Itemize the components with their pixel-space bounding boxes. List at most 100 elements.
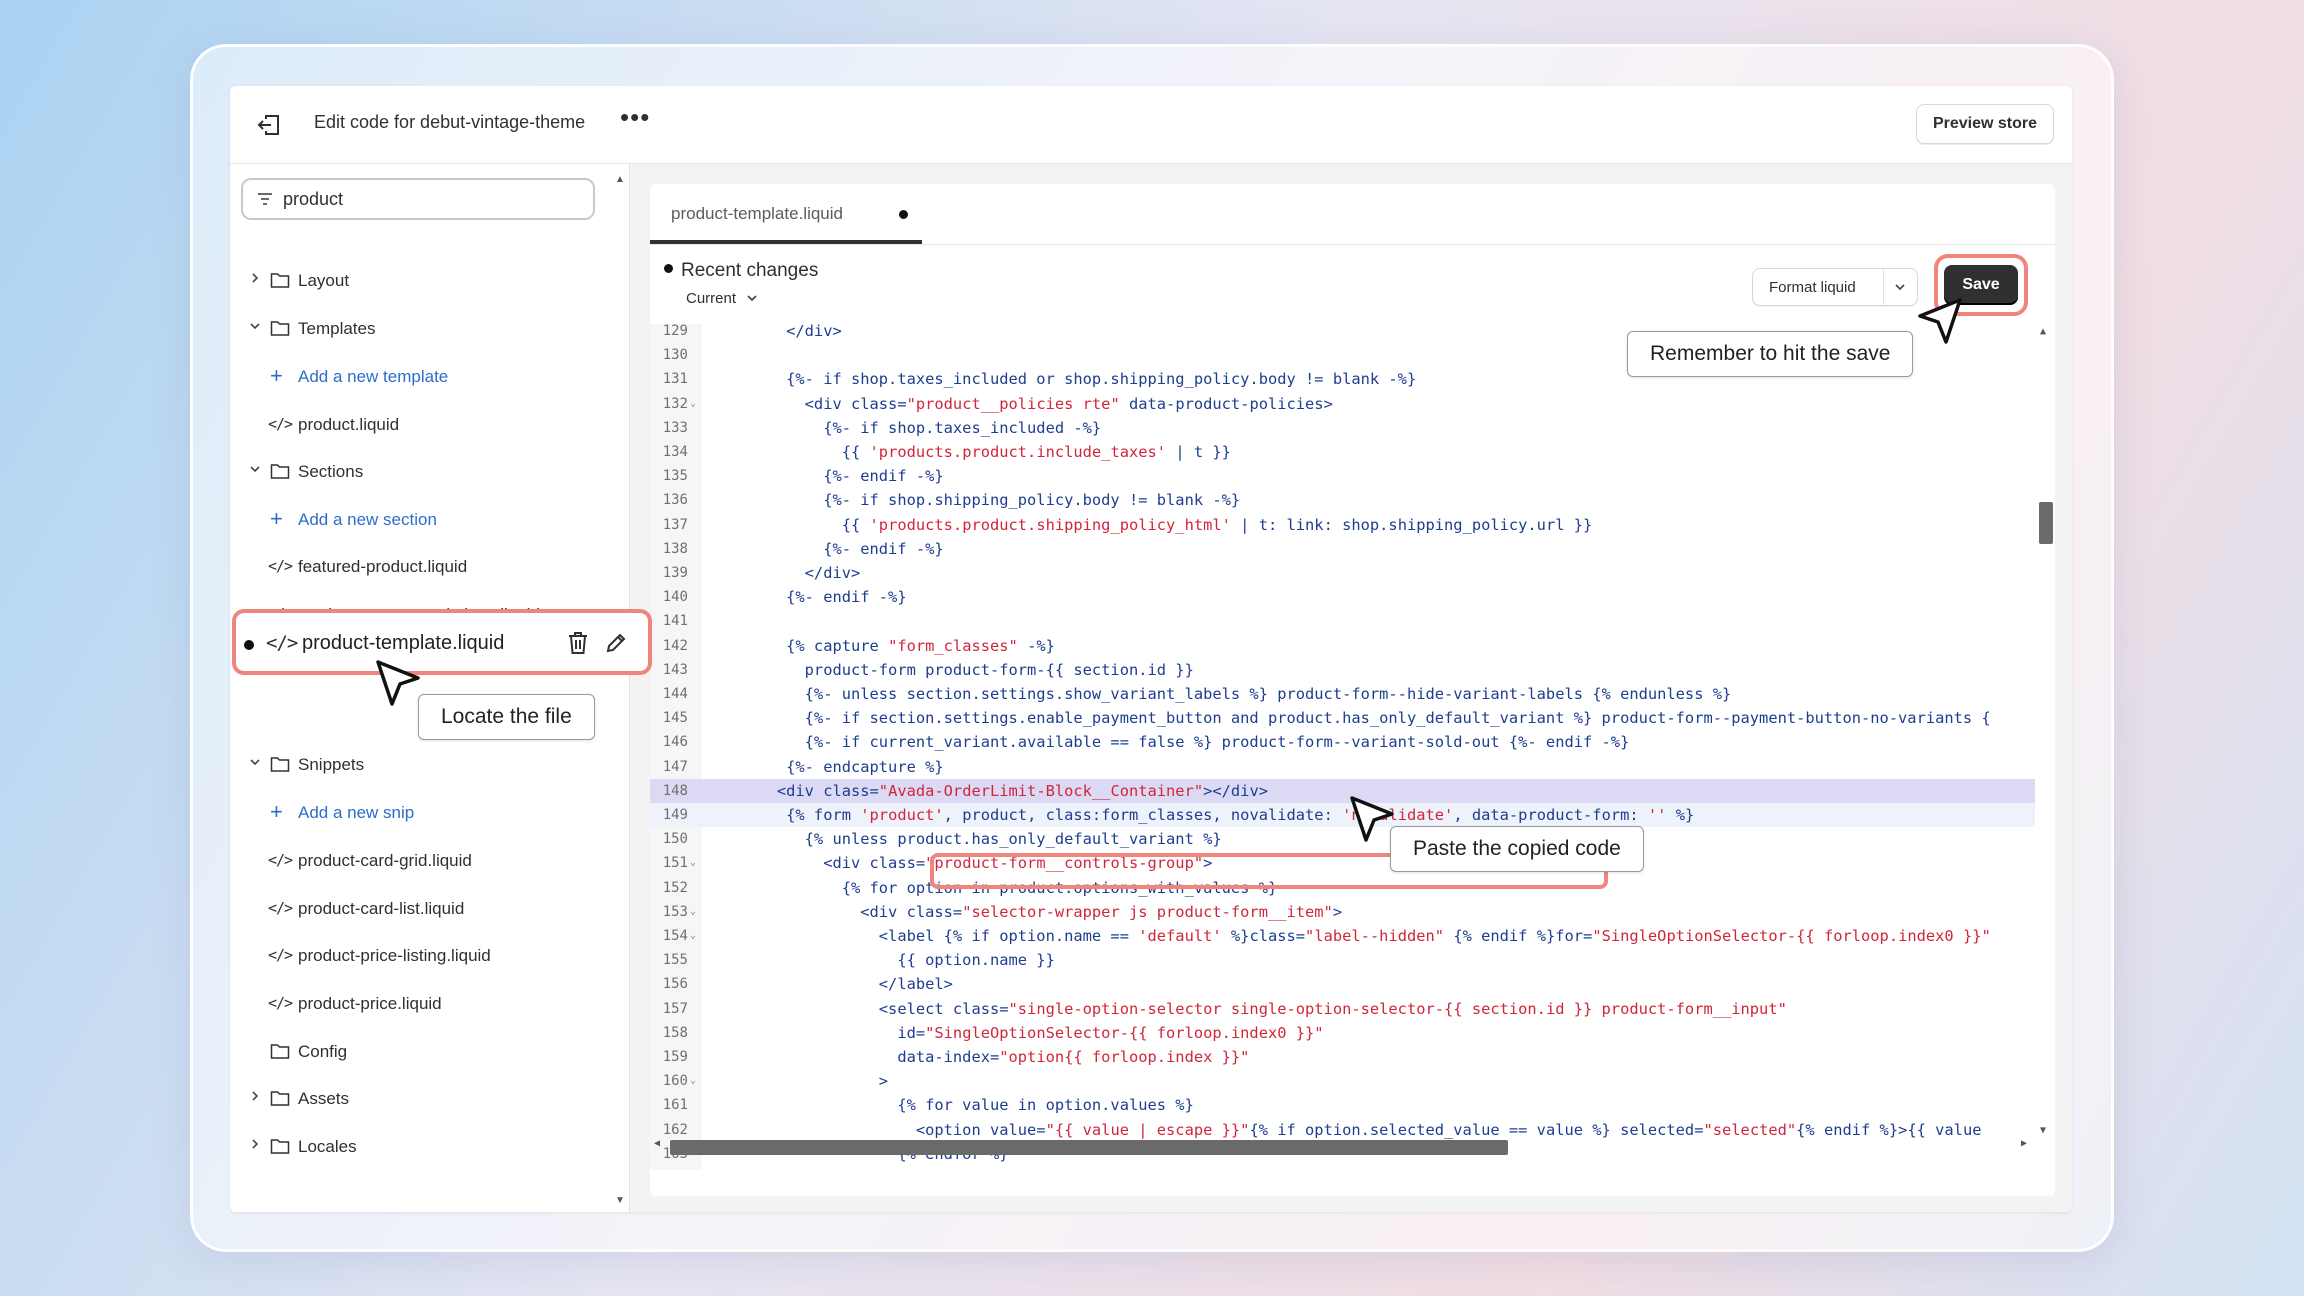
line-number: 136 (662, 492, 688, 509)
line-number: 158 (662, 1024, 688, 1041)
unsaved-dot (244, 640, 254, 650)
code-line[interactable]: 143 product-form product-form-{{ section… (650, 658, 2035, 682)
line-code: id="SingleOptionSelector-{{ forloop.inde… (712, 1023, 1324, 1042)
tab-product-template[interactable]: product-template.liquid (650, 184, 922, 244)
scroll-right-icon[interactable]: ▶ (2021, 1138, 2027, 1149)
add-template-link[interactable]: + Add a new template (230, 359, 610, 393)
code-line[interactable]: 159 data-index="option{{ forloop.index }… (650, 1045, 2035, 1069)
line-code: <label {% if option.name == 'default' %}… (712, 927, 1991, 945)
folder-icon (270, 1091, 290, 1106)
code-editor-window: Edit code for debut-vintage-theme ••• Pr… (230, 86, 2072, 1212)
line-code: <div class="Avada-OrderLimit-Block__Cont… (712, 781, 1268, 800)
code-line[interactable]: 137 {{ 'products.product.shipping_policy… (650, 513, 2035, 537)
format-label: Format liquid (1769, 279, 1856, 296)
line-number: 140 (662, 589, 688, 606)
trash-icon[interactable] (566, 630, 590, 656)
code-line[interactable]: 147 {%- endcapture %} (650, 755, 2035, 779)
sidebar-scrollbar[interactable]: ▲ ▼ (610, 164, 630, 1212)
code-line[interactable]: 149 {% form 'product', product, class:fo… (650, 803, 2035, 827)
code-line[interactable]: 152 {% for option in product.options_wit… (650, 876, 2035, 900)
file-featured-product[interactable]: </> featured-product.liquid (230, 549, 610, 583)
file-sidebar: Layout Templates + Add a new template </… (230, 164, 630, 1212)
line-code: {{ 'products.product.shipping_policy_htm… (712, 515, 1593, 534)
scroll-down-icon[interactable]: ▼ (2040, 1125, 2046, 1136)
code-line[interactable]: 135 {%- endif -%} (650, 464, 2035, 488)
line-number: 157 (662, 1000, 688, 1017)
fold-icon[interactable]: ⌄ (690, 1069, 696, 1093)
code-area[interactable]: 129 </div> 130 131 {%- if shop.taxes_inclu… (650, 324, 2055, 1170)
file-product-card-list[interactable]: </> product-card-list.liquid (230, 891, 610, 925)
code-line[interactable]: 155 {{ option.name }} (650, 948, 2035, 972)
scroll-down-icon[interactable]: ▼ (615, 1195, 625, 1206)
code-line[interactable]: 145 {%- if section.settings.enable_payme… (650, 706, 2035, 730)
line-code: {%- if current_variant.available == fals… (712, 733, 1630, 752)
code-line[interactable]: 160 ⌄ > (650, 1069, 2035, 1093)
folder-locales[interactable]: Locales (230, 1129, 610, 1163)
more-actions-icon[interactable]: ••• (620, 102, 650, 133)
scroll-left-icon[interactable]: ◀ (654, 1138, 660, 1149)
add-section-link[interactable]: + Add a new section (230, 502, 610, 536)
code-line[interactable]: 134 {{ 'products.product.include_taxes' … (650, 440, 2035, 464)
file-search[interactable] (241, 178, 595, 220)
folder-icon (270, 1139, 290, 1154)
code-line[interactable]: 133 {%- if shop.taxes_included -%} (650, 416, 2035, 440)
code-line[interactable]: 153 ⌄ <div class="selector-wrapper js pro… (650, 900, 2035, 924)
line-number: 137 (662, 516, 688, 533)
format-liquid-button[interactable]: Format liquid (1752, 268, 1918, 306)
code-line[interactable]: 154 ⌄ <label {% if option.name == 'defaul… (650, 924, 2035, 948)
line-number: 130 (662, 347, 688, 364)
scroll-thumb[interactable] (2039, 502, 2053, 544)
fold-icon[interactable]: ⌄ (690, 851, 696, 875)
version-select[interactable]: Current (686, 290, 758, 307)
fold-icon[interactable]: ⌄ (690, 392, 696, 416)
file-product-price-listing[interactable]: </> product-price-listing.liquid (230, 938, 610, 972)
code-line[interactable]: 150 {% unless product.has_only_default_v… (650, 827, 2035, 851)
folder-layout[interactable]: Layout (230, 263, 610, 297)
fold-icon[interactable]: ⌄ (690, 900, 696, 924)
code-line[interactable]: 141 (650, 609, 2035, 633)
code-line[interactable]: 140 {%- endif -%} (650, 585, 2035, 609)
search-input[interactable] (283, 186, 583, 212)
code-line[interactable]: 139 </div> (650, 561, 2035, 585)
chevron-right-icon (252, 1091, 259, 1101)
preview-store-button[interactable]: Preview store (1915, 104, 2054, 144)
code-file-icon: </> (268, 946, 293, 964)
code-line[interactable]: 142 {% capture "form_classes" -%} (650, 634, 2035, 658)
code-line[interactable]: 158 id="SingleOptionSelector-{{ forloop.… (650, 1021, 2035, 1045)
plus-icon: + (270, 363, 283, 388)
line-code: <div class="product-form__controls-group… (712, 854, 1213, 873)
folder-templates[interactable]: Templates (230, 311, 610, 345)
folder-snippets[interactable]: Snippets (230, 747, 610, 781)
code-line[interactable]: 148 <div class="Avada-OrderLimit-Block__… (650, 778, 2035, 803)
chevron-down-icon[interactable] (1893, 280, 1907, 294)
folder-sections[interactable]: Sections (230, 454, 610, 488)
code-line[interactable]: 146 {%- if current_variant.available == … (650, 730, 2035, 754)
file-product-template-selected[interactable]: </> product-template.liquid (232, 609, 652, 675)
unsaved-dot (664, 264, 673, 273)
scroll-up-icon[interactable]: ▲ (615, 174, 625, 185)
code-line[interactable]: 144 {%- unless section.settings.show_var… (650, 682, 2035, 706)
file-label: product.liquid (298, 415, 400, 434)
scroll-thumb[interactable] (670, 1140, 1508, 1155)
folder-assets[interactable]: Assets (230, 1081, 610, 1115)
file-product-price[interactable]: </> product-price.liquid (230, 986, 610, 1020)
code-line[interactable]: 138 {%- endif -%} (650, 537, 2035, 561)
vertical-scrollbar[interactable]: ▲ ▼ (2035, 324, 2055, 1170)
pencil-icon[interactable] (604, 631, 628, 655)
code-line[interactable]: 151 ⌄ <div class="product-form__controls-… (650, 851, 2035, 875)
code-line[interactable]: 136 {%- if shop.shipping_policy.body != … (650, 488, 2035, 512)
code-line[interactable]: 132 ⌄ <div class="product__policies rte" … (650, 392, 2035, 416)
fold-icon[interactable]: ⌄ (690, 924, 696, 948)
folder-config[interactable]: Config (230, 1034, 610, 1068)
code-line[interactable]: 156 </label> (650, 972, 2035, 996)
code-line[interactable]: 157 <select class="single-option-selecto… (650, 997, 2035, 1021)
chevron-down-icon (747, 295, 757, 302)
scroll-up-icon[interactable]: ▲ (2040, 326, 2046, 337)
add-snippet-link[interactable]: + Add a new snip (230, 795, 610, 829)
file-product-card-grid[interactable]: </> product-card-grid.liquid (230, 843, 610, 877)
line-number: 133 (662, 419, 688, 436)
code-line[interactable]: 161 {% for value in option.values %} (650, 1093, 2035, 1117)
exit-icon[interactable] (254, 110, 284, 140)
file-product-liquid[interactable]: </> product.liquid (230, 407, 610, 441)
horizontal-scrollbar[interactable]: ◀ ▶ (650, 1137, 2035, 1157)
